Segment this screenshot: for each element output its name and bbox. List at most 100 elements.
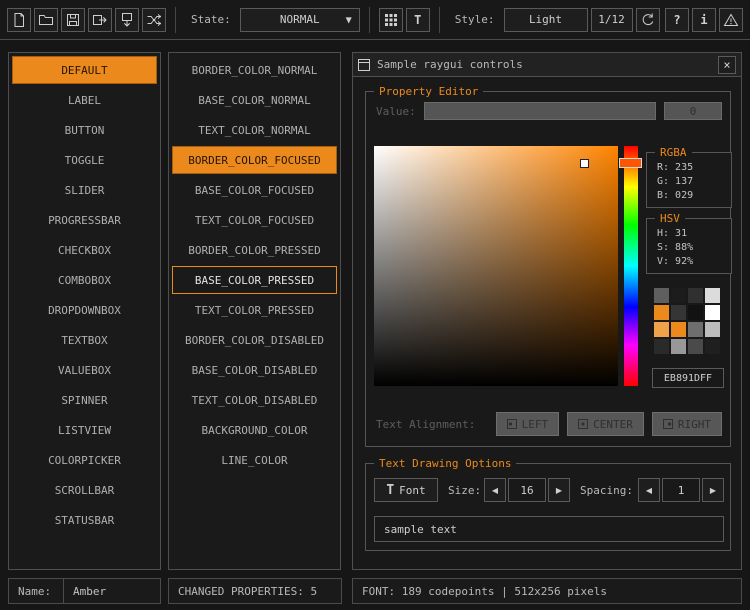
palette-swatch[interactable] [654, 288, 669, 303]
control-list-item[interactable]: SPINNER [12, 386, 157, 414]
style-name-input[interactable] [73, 585, 151, 598]
file-open-button[interactable] [34, 8, 58, 32]
align-left-label: LEFT [522, 418, 549, 431]
color-saturation-value-panel[interactable] [374, 146, 618, 386]
hue-bar[interactable] [624, 146, 638, 386]
control-list-item[interactable]: CHECKBOX [12, 236, 157, 264]
style-page-button[interactable]: 1/12 [591, 8, 633, 32]
property-list-item[interactable]: TEXT_COLOR_PRESSED [172, 296, 337, 324]
property-editor-group: Property Editor Value: 0 RGBA R: 235 G: … [365, 91, 731, 447]
property-list-item[interactable]: BACKGROUND_COLOR [172, 416, 337, 444]
control-list-item[interactable]: TEXTBOX [12, 326, 157, 354]
property-list-item[interactable]: BASE_COLOR_PRESSED [172, 266, 337, 294]
sample-text-field[interactable] [374, 516, 724, 542]
font-panel-button[interactable]: T [406, 8, 430, 32]
control-list-item[interactable]: LISTVIEW [12, 416, 157, 444]
palette-swatch[interactable] [705, 305, 720, 320]
window-close-button[interactable]: × [718, 56, 736, 74]
property-list-item[interactable]: BORDER_COLOR_FOCUSED [172, 146, 337, 174]
property-list-item[interactable]: BASE_COLOR_DISABLED [172, 356, 337, 384]
palette-swatch[interactable] [688, 339, 703, 354]
sample-text-input[interactable] [384, 523, 714, 536]
property-list-item[interactable]: BORDER_COLOR_NORMAL [172, 56, 337, 84]
value-slider[interactable] [424, 102, 656, 120]
palette-swatch[interactable] [654, 305, 669, 320]
palette-swatch[interactable] [705, 339, 720, 354]
align-left-button[interactable]: LEFT [496, 412, 560, 436]
font-button[interactable]: T Font [374, 478, 438, 502]
control-list-item[interactable]: VALUEBOX [12, 356, 157, 384]
control-list-item[interactable]: STATUSBAR [12, 506, 157, 534]
left-arrow-icon: ◀ [646, 486, 652, 495]
palette-swatch[interactable] [705, 288, 720, 303]
property-list-item[interactable]: BORDER_COLOR_DISABLED [172, 326, 337, 354]
control-list-item[interactable]: DEFAULT [12, 56, 157, 84]
palette-swatch[interactable] [688, 305, 703, 320]
palette-swatch[interactable] [671, 339, 686, 354]
palette-swatch[interactable] [671, 322, 686, 337]
size-decrease-button[interactable]: ◀ [484, 478, 506, 502]
property-list-item[interactable]: BASE_COLOR_NORMAL [172, 86, 337, 114]
size-value-box[interactable]: 16 [508, 478, 546, 502]
control-list-item[interactable]: SLIDER [12, 176, 157, 204]
align-right-label: RIGHT [678, 418, 711, 431]
file-save-button[interactable] [61, 8, 85, 32]
spacing-increase-button[interactable]: ▶ [702, 478, 724, 502]
help-button[interactable]: ? [665, 8, 689, 32]
control-list-item[interactable]: DROPDOWNBOX [12, 296, 157, 324]
palette-swatch[interactable] [671, 288, 686, 303]
controls-list-panel: DEFAULT LABEL BUTTON TOGGLE SLIDER PROGR… [8, 52, 161, 570]
spacing-decrease-button[interactable]: ◀ [638, 478, 660, 502]
main-toolbar: State: NORMAL ▼ T Style: Light 1/12 ? i [0, 0, 750, 40]
control-list-item[interactable]: TOGGLE [12, 146, 157, 174]
issue-report-button[interactable] [719, 8, 743, 32]
folder-open-icon [38, 12, 54, 28]
size-increase-button[interactable]: ▶ [548, 478, 570, 502]
align-center-button[interactable]: CENTER [567, 412, 644, 436]
hex-color-input[interactable] [653, 373, 723, 384]
random-style-button[interactable] [142, 8, 166, 32]
info-icon: i [700, 13, 707, 27]
hex-color-field[interactable] [652, 368, 724, 388]
property-list-item[interactable]: BORDER_COLOR_PRESSED [172, 236, 337, 264]
icons-panel-button[interactable] [379, 8, 403, 32]
control-list-item[interactable]: BUTTON [12, 116, 157, 144]
palette-swatch[interactable] [705, 322, 720, 337]
property-list-item[interactable]: LINE_COLOR [172, 446, 337, 474]
right-arrow-icon: ▶ [556, 486, 562, 495]
status-name-field[interactable] [63, 578, 161, 604]
palette-swatch[interactable] [688, 288, 703, 303]
property-list-item[interactable]: TEXT_COLOR_FOCUSED [172, 206, 337, 234]
about-button[interactable]: i [692, 8, 716, 32]
value-box[interactable]: 0 [664, 102, 722, 120]
control-list-item[interactable]: PROGRESSBAR [12, 206, 157, 234]
palette-swatch[interactable] [671, 305, 686, 320]
palette-swatch[interactable] [654, 339, 669, 354]
toolbar-divider [439, 7, 440, 33]
control-list-item[interactable]: COMBOBOX [12, 266, 157, 294]
align-right-button[interactable]: RIGHT [652, 412, 722, 436]
style-reload-button[interactable] [636, 8, 660, 32]
property-list-item[interactable]: BASE_COLOR_FOCUSED [172, 176, 337, 204]
file-new-button[interactable] [7, 8, 31, 32]
palette-swatch[interactable] [654, 322, 669, 337]
spacing-value-box[interactable]: 1 [662, 478, 700, 502]
window-titlebar[interactable]: Sample raygui controls × [353, 53, 741, 77]
color-picker-cursor[interactable] [580, 159, 589, 168]
control-list-item[interactable]: COLORPICKER [12, 446, 157, 474]
style-name-button[interactable]: Light [504, 8, 588, 32]
property-list-item[interactable]: TEXT_COLOR_DISABLED [172, 386, 337, 414]
style-import-button[interactable] [115, 8, 139, 32]
status-changed-properties: CHANGED PROPERTIES: 5 [168, 578, 342, 604]
text-alignment-row: Text Alignment: LEFT CENTER [366, 412, 722, 436]
file-export-button[interactable] [88, 8, 112, 32]
window-icon [358, 59, 370, 71]
style-label: Style: [455, 13, 495, 26]
control-list-item[interactable]: SCROLLBAR [12, 476, 157, 504]
state-dropdown[interactable]: NORMAL ▼ [240, 8, 360, 32]
control-list-item[interactable]: LABEL [12, 86, 157, 114]
palette-swatch[interactable] [688, 322, 703, 337]
file-new-icon [11, 12, 27, 28]
hue-slider-handle[interactable] [619, 158, 642, 168]
property-list-item[interactable]: TEXT_COLOR_NORMAL [172, 116, 337, 144]
